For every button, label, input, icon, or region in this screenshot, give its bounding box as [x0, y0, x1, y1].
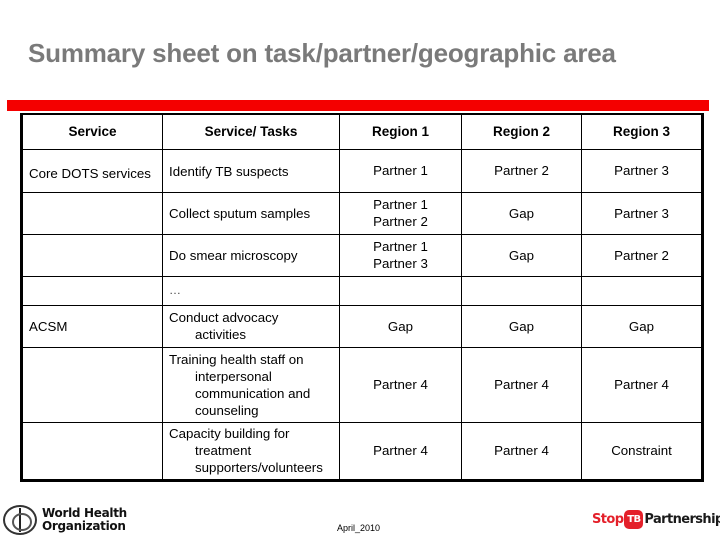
- partner-text: Partner 1: [373, 163, 428, 178]
- service-cell: [21, 346, 163, 423]
- service-cell: [21, 233, 163, 277]
- service-cell: ACSM: [21, 304, 163, 348]
- task-text: Collect sputum samples: [169, 205, 311, 221]
- region-3-cell: Partner 2: [581, 233, 703, 277]
- constraint-text: Constraint: [611, 443, 672, 458]
- region-3-cell: [581, 275, 703, 306]
- partner-text: Partner 4: [373, 443, 428, 458]
- region-1-cell: Partner 1 Partner 2: [339, 191, 462, 235]
- task-cell: …: [162, 275, 340, 306]
- partner-text: Partner 4: [373, 377, 428, 392]
- region-2-cell: Gap: [461, 233, 582, 277]
- region-2-cell: Partner 4: [461, 421, 582, 481]
- region-3-cell: Constraint: [581, 421, 703, 481]
- task-text: Conduct advocacy activities: [169, 310, 279, 342]
- table-row: ACSM Conduct advocacy activities Gap Gap…: [21, 304, 703, 348]
- partner-text: Partner 1: [373, 197, 428, 212]
- tb-octagon-icon: TB: [624, 510, 644, 529]
- region-3-cell: Gap: [581, 304, 703, 348]
- task-cell: Training health staff on interpersonal c…: [162, 346, 340, 423]
- task-cell: Collect sputum samples: [162, 191, 340, 235]
- region-1-cell: Partner 1: [339, 148, 462, 193]
- region-2-cell: Gap: [461, 304, 582, 348]
- accent-divider-bar: [7, 100, 709, 111]
- partner-text: Partner 3: [614, 205, 669, 221]
- task-cell: Do smear microscopy: [162, 233, 340, 277]
- header-region-1: Region 1: [339, 113, 462, 150]
- table-header-row: Service Service/ Tasks Region 1 Region 2…: [21, 113, 703, 150]
- region-1-cell: [339, 275, 462, 306]
- service-cell: Core DOTS services: [21, 148, 163, 193]
- region-2-cell: Partner 2: [461, 148, 582, 193]
- stop-tb-logo-stop: Stop: [592, 512, 624, 527]
- gap-text: Gap: [508, 205, 535, 221]
- partner-text: Partner 2: [614, 247, 669, 263]
- header-region-3: Region 3: [581, 113, 703, 150]
- region-3-cell: Partner 3: [581, 148, 703, 193]
- stop-tb-partnership-logo: Stop TB Partnership: [592, 510, 720, 529]
- task-cell: Identify TB suspects: [162, 148, 340, 193]
- task-text: Do smear microscopy: [169, 247, 298, 263]
- region-3-cell: Partner 3: [581, 191, 703, 235]
- region-2-cell: Gap: [461, 191, 582, 235]
- partner-text: Partner 1: [373, 239, 428, 254]
- header-service-tasks: Service/ Tasks: [162, 113, 340, 150]
- table-row: Training health staff on interpersonal c…: [21, 346, 703, 423]
- gap-text: Gap: [387, 318, 414, 334]
- partner-text: Partner 3: [373, 256, 428, 271]
- table-row: Core DOTS services Identify TB suspects …: [21, 148, 703, 193]
- partner-text: Partner 4: [614, 377, 669, 392]
- footer-date: April_2010: [337, 523, 381, 533]
- region-3-cell: Partner 4: [581, 346, 703, 423]
- task-cell: Capacity building for treatment supporte…: [162, 421, 340, 481]
- service-cell: [21, 275, 163, 306]
- table-row: Collect sputum samples Partner 1 Partner…: [21, 191, 703, 235]
- task-cell: Conduct advocacy activities: [162, 304, 340, 348]
- gap-text: Gap: [628, 318, 655, 334]
- gap-text: Gap: [508, 318, 535, 334]
- who-logo-line-2: Organization: [42, 519, 126, 533]
- who-logo-text: World Health Organization: [42, 507, 127, 533]
- ellipsis-text: …: [169, 283, 181, 297]
- partner-text: Partner 4: [494, 377, 549, 392]
- gap-text: Gap: [508, 247, 535, 263]
- partner-text: Partner 3: [614, 163, 669, 178]
- region-1-cell: Partner 4: [339, 346, 462, 423]
- partner-text: Partner 2: [373, 214, 428, 229]
- task-text: Training health staff on interpersonal c…: [169, 351, 311, 418]
- partner-text: Partner 2: [494, 163, 549, 178]
- table-row: Capacity building for treatment supporte…: [21, 421, 703, 481]
- service-cell: [21, 421, 163, 481]
- task-text: Capacity building for treatment supporte…: [169, 426, 323, 475]
- header-region-2: Region 2: [461, 113, 582, 150]
- task-text: Identify TB suspects: [169, 164, 289, 179]
- partner-text: Partner 4: [494, 443, 549, 458]
- who-emblem-icon: [3, 505, 37, 535]
- region-2-cell: [461, 275, 582, 306]
- stop-tb-logo-partnership: Partnership: [644, 512, 720, 527]
- region-1-cell: Partner 1 Partner 3: [339, 233, 462, 277]
- service-cell: [21, 191, 163, 235]
- who-logo: World Health Organization: [3, 505, 127, 535]
- region-2-cell: Partner 4: [461, 346, 582, 423]
- table-row: Do smear microscopy Partner 1 Partner 3 …: [21, 233, 703, 277]
- slide-title: Summary sheet on task/partner/geographic…: [28, 38, 616, 68]
- summary-table: Service Service/ Tasks Region 1 Region 2…: [20, 113, 704, 482]
- region-1-cell: Gap: [339, 304, 462, 348]
- region-1-cell: Partner 4: [339, 421, 462, 481]
- header-service: Service: [21, 113, 163, 150]
- table-row: …: [21, 275, 703, 306]
